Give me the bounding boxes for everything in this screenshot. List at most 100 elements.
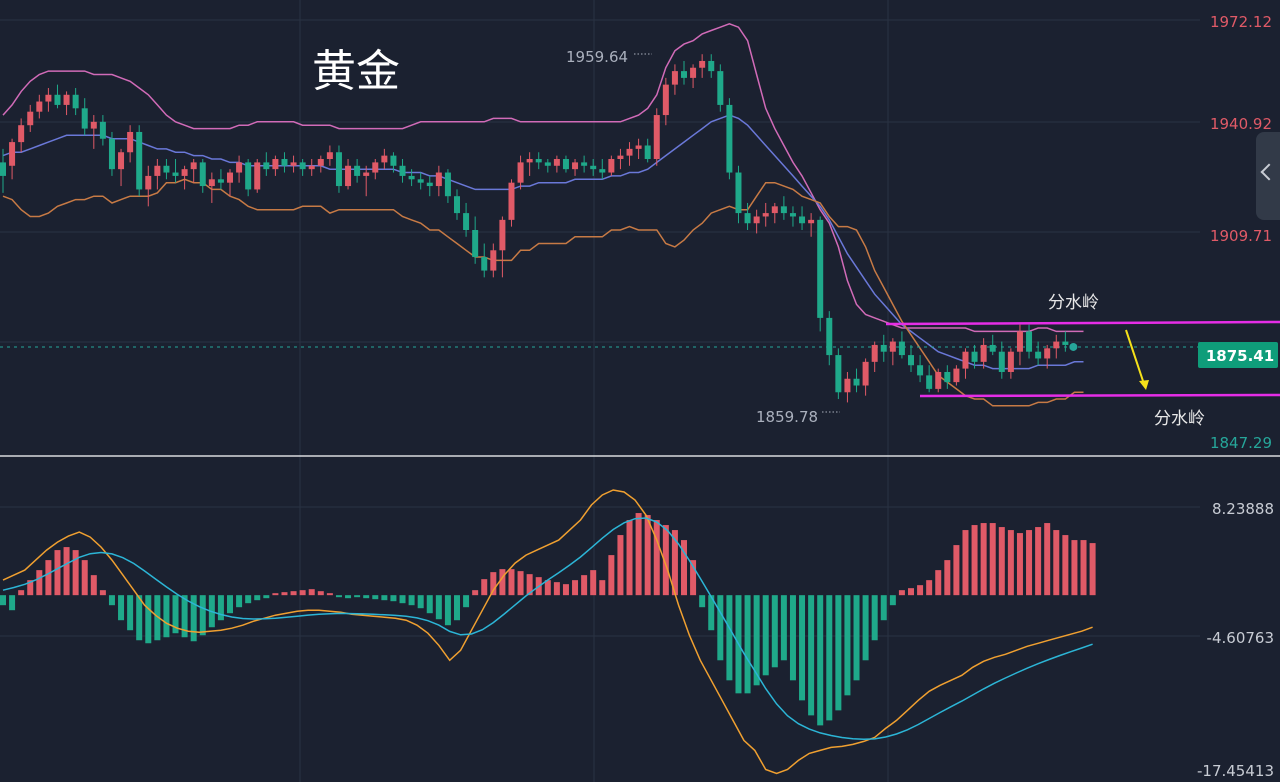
candle-body (444, 172, 451, 197)
candle-body (889, 341, 896, 352)
macd-hist-bar (826, 595, 833, 721)
macd-hist-bar (617, 535, 624, 596)
candle-body (880, 344, 887, 352)
candle-body (989, 344, 996, 352)
candle-body (236, 162, 243, 173)
macd-hist-bar (81, 560, 88, 596)
candle-body (581, 162, 588, 166)
macd-hist-bar (426, 595, 433, 614)
candle-body (744, 213, 751, 224)
candle-body (626, 148, 633, 156)
macd-hist-bar (562, 584, 569, 596)
candle-body (81, 108, 88, 129)
candle-body (935, 371, 942, 389)
macd-hist-bar (608, 555, 615, 596)
candle-body (808, 219, 815, 224)
macd-hist-bar (463, 595, 470, 608)
candle-body (508, 182, 515, 220)
macd-hist-bar (363, 595, 370, 599)
macd-hist-bar (63, 547, 70, 596)
low-marker-label: 1859.78 (756, 408, 818, 426)
candle-body (381, 155, 388, 163)
candle-body (671, 71, 678, 85)
candle-body (127, 131, 134, 153)
macd-hist-bar (898, 590, 905, 596)
current-price-dot (1069, 342, 1078, 351)
macd-hist-bar (917, 585, 924, 596)
candle-body (326, 152, 333, 160)
watershed-line-lower (919, 393, 1280, 398)
bollinger-upper-line (2, 22, 1084, 333)
macd-hist-bar (227, 595, 233, 614)
candle-body (971, 351, 978, 362)
candle-body (681, 71, 687, 78)
candle-body (771, 206, 778, 214)
candle-body (472, 230, 479, 258)
high-marker-label: 1959.64 (566, 48, 628, 66)
macd-hist-bar (789, 595, 796, 681)
price-tick-4: 1847.29 (1210, 434, 1272, 452)
macd-hist-bar (853, 595, 860, 681)
chevron-left-icon (1260, 163, 1278, 181)
macd-hist-bar (1089, 543, 1096, 596)
macd-hist-bar (581, 575, 588, 596)
candle-body (408, 175, 415, 180)
macd-hist-bar (508, 569, 515, 596)
watershed-label-lower: 分水岭 (1154, 409, 1205, 429)
macd-hist-bar (744, 595, 751, 694)
macd-hist-bar (1016, 533, 1023, 596)
candle-body (272, 159, 279, 170)
side-panel-toggle[interactable] (1256, 132, 1280, 220)
price-tick-3: 1909.71 (1210, 227, 1272, 245)
candle-body (562, 159, 569, 170)
candle-body (90, 121, 97, 129)
candle-body (354, 165, 361, 176)
macd-hist-bar (326, 593, 333, 596)
candle-body (944, 371, 951, 383)
macd-hist-bar (908, 588, 914, 596)
candle-body (108, 138, 115, 170)
candle-body (335, 152, 342, 187)
macd-hist-bar (335, 595, 342, 598)
macd-hist-bar (862, 595, 869, 661)
macd-hist-bar (626, 520, 633, 596)
macd-hist-bar (381, 595, 388, 601)
candle-body (535, 159, 542, 163)
macd-hist-bar (971, 525, 978, 596)
macd-hist-bar (390, 595, 397, 602)
candle-body (299, 162, 306, 170)
candle-body (172, 172, 179, 176)
macd-hist-bar (717, 595, 724, 661)
candle-body (844, 378, 851, 393)
arrow-shaft (1125, 329, 1145, 385)
candle-body (45, 94, 52, 102)
macd-hist-bar (45, 560, 52, 596)
candle-body (644, 145, 651, 160)
macd-hist-bar (1026, 530, 1033, 596)
macd-hist-bar (127, 595, 134, 631)
macd-hist-bar (1071, 540, 1078, 596)
candle-body (917, 365, 924, 376)
candle-body (263, 162, 270, 170)
candle-body (980, 344, 987, 362)
watershed-label-upper: 分水岭 (1048, 293, 1099, 313)
candle-body (735, 172, 742, 214)
candle-body (608, 159, 615, 173)
macd-hist-bar (444, 595, 451, 626)
macd-hist-bar (99, 590, 106, 596)
macd-hist-bar (308, 589, 315, 596)
macd-hist-bar (72, 550, 79, 596)
candle-body (36, 101, 43, 112)
macd-hist-bar (1062, 535, 1069, 596)
candle-body (826, 317, 833, 356)
macd-tick-1: 8.23888 (1212, 500, 1274, 518)
candle-body (435, 172, 442, 187)
macd-hist-bar (281, 592, 288, 596)
macd-hist-bar (254, 595, 261, 601)
candle-body (499, 219, 506, 251)
macd-hist-bar (354, 595, 361, 598)
candle-body (163, 165, 170, 173)
macd-hist-bar (726, 595, 733, 681)
candle-body (544, 162, 551, 166)
macd-hist-bar (263, 595, 270, 599)
